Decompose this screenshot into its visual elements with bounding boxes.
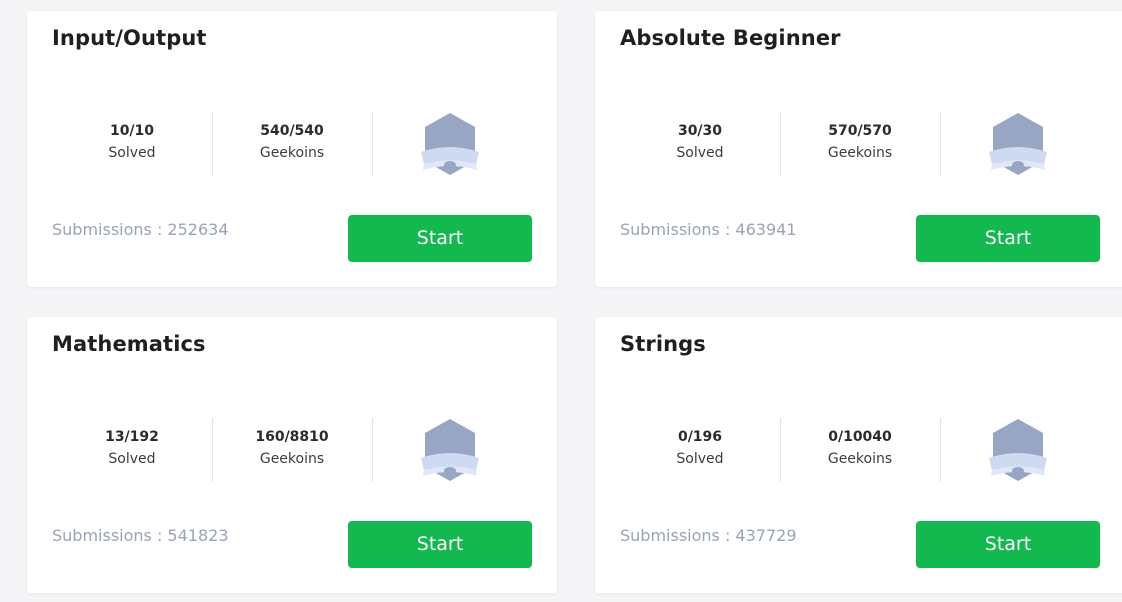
solved-label: Solved [108,145,156,161]
start-button[interactable]: Start [916,521,1100,568]
track-card: Mathematics 13/192 Solved 160/8810 Geeko… [27,317,557,593]
solved-stat: 10/10 Solved [52,112,212,176]
solved-label: Solved [108,451,156,467]
geekoins-stat: 0/10040 Geekoins [780,418,940,482]
badge-icon [987,418,1049,482]
stat-divider [372,112,373,176]
geekoins-label: Geekoins [259,451,325,467]
geekoins-stat: 540/540 Geekoins [212,112,372,176]
submissions-count: Submissions : 437729 [620,526,797,545]
solved-stat: 13/192 Solved [52,418,212,482]
geekoins-value: 540/540 [260,123,324,139]
badge-icon [419,112,481,176]
submissions-count: Submissions : 252634 [52,220,229,239]
solved-stat: 0/196 Solved [620,418,780,482]
track-card-grid: Input/Output 10/10 Solved 540/540 Geekoi… [0,0,1122,602]
geekoins-value: 160/8810 [255,429,329,445]
stat-divider [940,418,941,482]
start-button[interactable]: Start [348,521,532,568]
stat-divider [940,112,941,176]
start-button[interactable]: Start [348,215,532,262]
stat-divider [372,418,373,482]
geekoins-label: Geekoins [827,145,893,161]
badge-icon [419,418,481,482]
geekoins-value: 570/570 [828,123,892,139]
solved-value: 10/10 [109,123,155,139]
solved-label: Solved [676,451,724,467]
geekoins-label: Geekoins [259,145,325,161]
solved-label: Solved [676,145,724,161]
geekoins-stat: 570/570 Geekoins [780,112,940,176]
submissions-count: Submissions : 463941 [620,220,797,239]
geekoins-stat: 160/8810 Geekoins [212,418,372,482]
solved-value: 0/196 [677,429,723,445]
solved-value: 13/192 [105,429,159,445]
badge-icon [987,112,1049,176]
track-title: Strings [620,332,706,356]
track-title: Input/Output [52,26,207,50]
track-title: Mathematics [52,332,206,356]
geekoins-value: 0/10040 [828,429,892,445]
submissions-count: Submissions : 541823 [52,526,229,545]
track-card: Input/Output 10/10 Solved 540/540 Geekoi… [27,11,557,287]
geekoins-label: Geekoins [827,451,893,467]
start-button[interactable]: Start [916,215,1100,262]
track-card: Strings 0/196 Solved 0/10040 Geekoins Su… [595,317,1122,593]
solved-stat: 30/30 Solved [620,112,780,176]
track-title: Absolute Beginner [620,26,841,50]
track-card: Absolute Beginner 30/30 Solved 570/570 G… [595,11,1122,287]
solved-value: 30/30 [677,123,723,139]
